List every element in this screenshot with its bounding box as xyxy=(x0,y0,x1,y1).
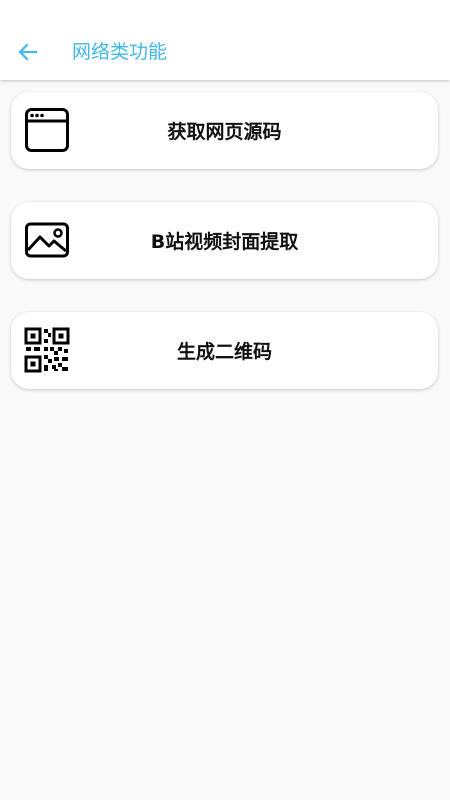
bilibili-cover-extract-card[interactable]: B站视频封面提取 xyxy=(11,202,438,279)
back-button[interactable] xyxy=(14,38,42,66)
arrow-left-icon xyxy=(18,43,38,61)
page-title: 网络类功能 xyxy=(72,41,168,63)
app-bar: 网络类功能 xyxy=(0,0,450,80)
feature-list: 获取网页源码 B站视频封面提取 生成二维码 xyxy=(0,80,450,800)
get-webpage-source-card[interactable]: 获取网页源码 xyxy=(11,92,438,169)
generate-qr-code-card[interactable]: 生成二维码 xyxy=(11,312,438,389)
card-label: 生成二维码 xyxy=(176,341,272,363)
card-label: 获取网页源码 xyxy=(167,121,282,143)
card-label: B站视频封面提取 xyxy=(150,231,299,253)
